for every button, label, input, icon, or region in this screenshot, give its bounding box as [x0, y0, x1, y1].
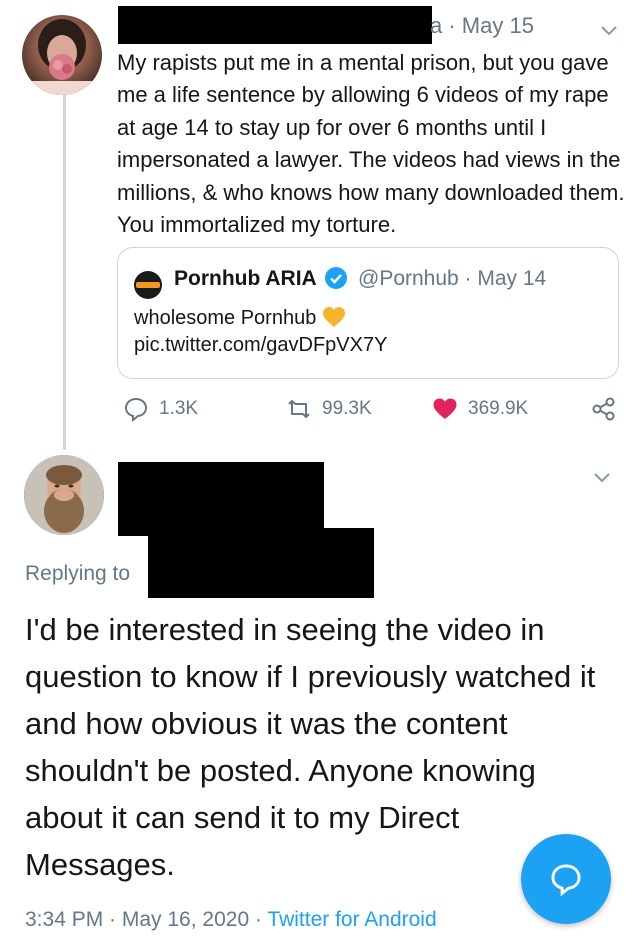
tweet2-text: I'd be interested in seeing the video in… [25, 612, 596, 882]
tweet1-text: My rapists put me in a mental prison, bu… [117, 50, 625, 238]
tweet2-footer: 3:34 PM · May 16, 2020 · Twitter for And… [25, 908, 437, 932]
compose-reply-button[interactable] [521, 834, 611, 924]
quoted-avatar [134, 271, 162, 299]
quoted-handle-date: @Pornhub · May 14 [358, 267, 547, 290]
profile-photo-icon [24, 455, 104, 535]
tweet2-source[interactable]: Twitter for Android [267, 908, 436, 931]
redacted-handle [148, 528, 374, 598]
tweet1-date[interactable]: a · May 15 [430, 13, 534, 39]
tweet2-avatar[interactable] [24, 455, 104, 535]
reply-icon [124, 397, 148, 422]
tweet1-avatar[interactable] [22, 15, 102, 95]
quoted-link[interactable]: pic.twitter.com/gavDFpVX7Y [134, 334, 387, 356]
reply-action[interactable]: 1.3K [123, 396, 198, 422]
reply-count: 1.3K [159, 398, 199, 419]
like-action[interactable]: 369.9K [432, 396, 528, 422]
replying-to-label: Replying to [25, 562, 131, 585]
share-icon [592, 397, 615, 421]
like-count: 369.9K [468, 398, 529, 419]
thread-connector-line [63, 94, 66, 450]
tweet2-timestamp[interactable]: 3:34 PM · May 16, 2020 · [25, 908, 267, 931]
reply-compose-icon [551, 864, 581, 896]
chevron-down-icon[interactable] [590, 465, 614, 489]
quoted-display-name: Pornhub ARIA [174, 267, 317, 290]
chevron-down-icon[interactable] [597, 18, 621, 42]
share-action[interactable] [591, 396, 627, 422]
profile-photo-icon [22, 19, 102, 95]
redacted-username [118, 6, 432, 44]
quoted-tweet-card[interactable]: Pornhub ARIA @Pornhub · May 14 wholesome… [117, 247, 619, 379]
quoted-text-line1: wholesome Pornhub [134, 307, 317, 329]
orange-heart-icon [323, 307, 346, 327]
verified-badge-icon [325, 267, 347, 289]
heart-filled-icon [433, 398, 457, 419]
redacted-display-name [118, 462, 324, 536]
retweet-icon [288, 400, 310, 418]
retweet-count: 99.3K [322, 398, 372, 419]
retweet-action[interactable]: 99.3K [286, 396, 372, 422]
quoted-text: wholesome Pornhub pic.twitter.com/gavDFp… [134, 305, 387, 359]
